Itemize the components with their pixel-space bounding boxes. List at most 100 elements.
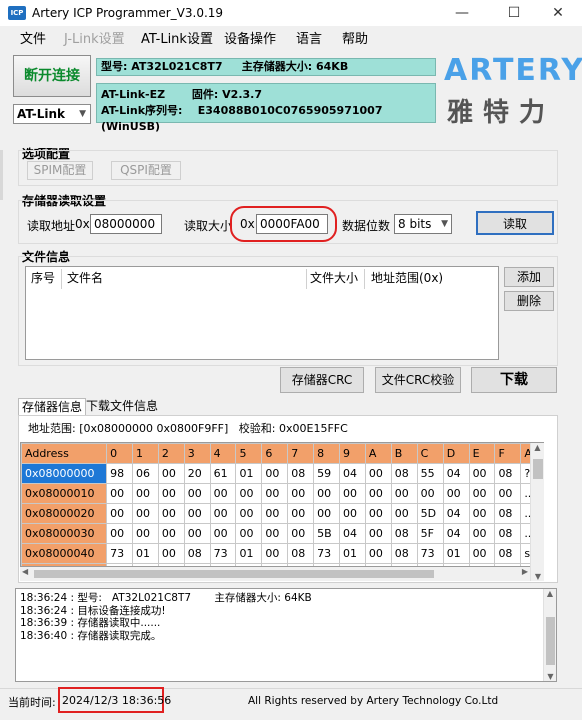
byte-cell[interactable]: 00 <box>235 483 263 504</box>
close-button[interactable]: ✕ <box>538 2 578 24</box>
minimize-button[interactable]: — <box>442 2 482 24</box>
scroll-up-icon[interactable]: ▲ <box>544 589 556 598</box>
menu-help[interactable]: 帮助 <box>342 28 368 47</box>
memory-row[interactable]: 0x08000030 00 00 00 00 00 00 00 00 5B 04 00 08 5F 04 00… <box>21 523 543 544</box>
byte-cell[interactable]: 00 <box>390 503 418 524</box>
byte-cell[interactable]: 00 <box>494 483 522 504</box>
memory-row[interactable]: 0x08000020 00 00 00 00 00 00 00 00 00 00 00 00 5D 04 00… <box>21 503 543 524</box>
byte-cell[interactable]: 61 <box>209 463 237 484</box>
byte-cell[interactable]: 00 <box>157 463 185 484</box>
byte-cell[interactable]: 06 <box>131 463 159 484</box>
byte-cell[interactable]: 73 <box>106 543 133 564</box>
byte-cell[interactable]: 01 <box>235 543 263 564</box>
memory-grid-hscroll[interactable]: ◀ ▶ <box>20 567 530 581</box>
byte-cell[interactable]: 00 <box>364 483 392 504</box>
byte-cell[interactable]: 01 <box>131 543 159 564</box>
byte-cell[interactable]: 00 <box>364 523 392 544</box>
byte-cell[interactable]: 59 <box>313 463 341 484</box>
byte-cell[interactable]: 04 <box>442 463 470 484</box>
byte-cell[interactable]: 00 <box>468 503 496 524</box>
byte-cell[interactable]: 00 <box>339 483 366 504</box>
byte-cell[interactable]: 00 <box>209 523 237 544</box>
menu-file[interactable]: 文件 <box>20 28 46 47</box>
data-width-select[interactable]: 8 bits ▼ <box>394 214 452 234</box>
byte-cell[interactable]: 00 <box>287 523 315 544</box>
byte-cell[interactable]: 00 <box>261 503 289 524</box>
byte-cell[interactable]: 00 <box>235 523 263 544</box>
memory-row[interactable]: 0x08000010 00 00 00 00 00 00 00 00 00 00 00 00 00 00 00… <box>21 483 543 504</box>
byte-cell[interactable]: 00 <box>287 503 315 524</box>
byte-cell[interactable]: 00 <box>468 463 496 484</box>
byte-cell[interactable]: 00 <box>364 463 392 484</box>
byte-cell[interactable]: 00 <box>468 523 496 544</box>
file-table[interactable]: 序号 文件名 文件大小 地址范围(0x) <box>25 266 499 360</box>
byte-cell[interactable]: 00 <box>157 483 185 504</box>
byte-cell[interactable]: 00 <box>106 503 133 524</box>
byte-cell[interactable]: 00 <box>287 483 315 504</box>
scroll-thumb[interactable] <box>533 459 543 479</box>
byte-cell[interactable]: 08 <box>183 543 211 564</box>
scroll-thumb[interactable] <box>34 570 434 578</box>
byte-cell[interactable]: 08 <box>390 523 418 544</box>
byte-cell[interactable]: 00 <box>468 543 496 564</box>
byte-cell[interactable]: 00 <box>261 523 289 544</box>
byte-cell[interactable]: 00 <box>106 483 133 504</box>
byte-cell[interactable]: 00 <box>261 483 289 504</box>
memory-grid[interactable]: Address0123456789ABCDEFAS0x0800000098060… <box>20 442 544 567</box>
read-size-input[interactable]: 0000FA00 <box>256 214 328 234</box>
byte-cell[interactable]: 5B <box>313 523 341 544</box>
byte-cell[interactable]: 00 <box>261 543 289 564</box>
byte-cell[interactable]: 00 <box>106 523 133 544</box>
tab-download-file-info[interactable]: 下载文件信息 <box>83 398 161 416</box>
spim-config-button[interactable]: SPIM配置 <box>27 161 93 180</box>
byte-cell[interactable]: 04 <box>339 523 366 544</box>
scroll-left-icon[interactable]: ◀ <box>22 567 28 576</box>
byte-cell[interactable]: 00 <box>131 483 159 504</box>
byte-cell[interactable]: 00 <box>390 483 418 504</box>
scroll-thumb[interactable] <box>546 617 555 665</box>
byte-cell[interactable]: 00 <box>442 483 470 504</box>
byte-cell[interactable]: 5D <box>416 503 444 524</box>
byte-cell[interactable]: 00 <box>364 503 392 524</box>
row-address[interactable]: 0x08000040 <box>21 543 108 564</box>
row-address[interactable]: 0x08000010 <box>21 483 108 504</box>
byte-cell[interactable]: 08 <box>494 503 522 524</box>
byte-cell[interactable]: 08 <box>287 463 315 484</box>
byte-cell[interactable]: 20 <box>183 463 211 484</box>
byte-cell[interactable]: 00 <box>183 483 211 504</box>
read-address-input[interactable]: 08000000 <box>90 214 162 234</box>
download-button[interactable]: 下载 <box>471 367 557 393</box>
byte-cell[interactable]: 73 <box>416 543 444 564</box>
read-button[interactable]: 读取 <box>476 211 554 235</box>
scroll-right-icon[interactable]: ▶ <box>522 567 528 576</box>
byte-cell[interactable]: 00 <box>313 503 341 524</box>
log-vscroll[interactable]: ▲ ▼ <box>543 589 556 681</box>
byte-cell[interactable]: 00 <box>131 503 159 524</box>
byte-cell[interactable]: 73 <box>209 543 237 564</box>
byte-cell[interactable]: 00 <box>209 503 237 524</box>
menu-jlink-settings[interactable]: J-Link设置 <box>64 28 125 47</box>
byte-cell[interactable]: 00 <box>157 523 185 544</box>
row-address[interactable]: 0x08000020 <box>21 503 108 524</box>
byte-cell[interactable]: 00 <box>235 503 263 524</box>
byte-cell[interactable]: 00 <box>416 483 444 504</box>
row-address[interactable]: 0x08000000 <box>21 463 108 484</box>
menu-atlink-settings[interactable]: AT-Link设置 <box>141 28 213 47</box>
qspi-config-button[interactable]: QSPI配置 <box>111 161 181 180</box>
byte-cell[interactable]: 00 <box>209 483 237 504</box>
byte-cell[interactable]: 98 <box>106 463 133 484</box>
byte-cell[interactable]: 00 <box>157 543 185 564</box>
row-address[interactable]: 0x08000030 <box>21 523 108 544</box>
memory-row[interactable]: 0x08000040 73 01 00 08 73 01 00 08 73 01 00 08 73 01 00… <box>21 543 543 564</box>
byte-cell[interactable]: 01 <box>339 543 366 564</box>
menu-language[interactable]: 语言 <box>296 28 322 47</box>
byte-cell[interactable]: 08 <box>494 523 522 544</box>
byte-cell[interactable]: 04 <box>442 523 470 544</box>
memory-grid-vscroll[interactable]: ▲ ▼ <box>530 443 544 581</box>
memory-crc-button[interactable]: 存储器CRC <box>280 367 364 393</box>
menu-device-ops[interactable]: 设备操作 <box>224 28 276 47</box>
byte-cell[interactable]: 00 <box>183 523 211 544</box>
byte-cell[interactable]: 00 <box>261 463 289 484</box>
byte-cell[interactable]: 00 <box>339 503 366 524</box>
byte-cell[interactable]: 04 <box>442 503 470 524</box>
